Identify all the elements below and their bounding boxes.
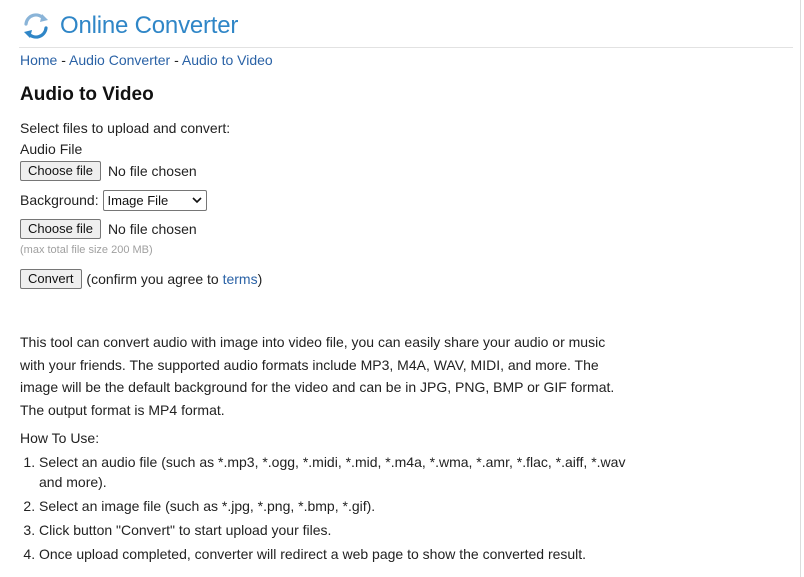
background-file-status: No file chosen: [107, 220, 197, 237]
audio-file-row: Choose file No file chosen: [20, 161, 780, 183]
max-file-size-note: (max total file size 200 MB): [20, 244, 153, 256]
how-to-steps: Select an audio file (such as *.mp3, *.o…: [20, 452, 639, 568]
site-name-link[interactable]: Online Converter: [60, 12, 238, 41]
upload-form: Select files to upload and convert: Audi…: [20, 120, 780, 291]
breadcrumb-home[interactable]: Home: [20, 52, 57, 68]
page-right-border: [800, 0, 801, 577]
page-title: Audio to Video: [20, 84, 154, 105]
background-select-value: Image File: [107, 192, 169, 208]
breadcrumb: Home - Audio Converter - Audio to Video: [20, 52, 273, 69]
breadcrumb-audio-to-video[interactable]: Audio to Video: [182, 52, 273, 68]
list-item: Click button "Convert" to start upload y…: [39, 520, 639, 540]
list-item: Select an audio file (such as *.mp3, *.o…: [39, 452, 639, 492]
confirm-prefix: (confirm you agree to: [86, 270, 223, 287]
confirm-text: (confirm you agree to terms): [86, 271, 262, 287]
background-choose-file-button[interactable]: Choose file: [20, 219, 102, 239]
breadcrumb-audio-converter[interactable]: Audio Converter: [69, 52, 170, 68]
background-select[interactable]: Image File: [102, 190, 207, 211]
chevron-down-icon: [191, 197, 202, 204]
how-to-title: How To Use:: [20, 430, 100, 446]
terms-link[interactable]: terms: [223, 271, 258, 287]
background-label: Background:: [20, 192, 99, 209]
tool-description: This tool can convert audio with image i…: [20, 334, 615, 418]
list-item: Select an image file (such as *.jpg, *.p…: [39, 496, 639, 516]
site-header: Online Converter: [20, 8, 238, 44]
breadcrumb-separator: -: [170, 52, 182, 68]
page: Online Converter Home - Audio Converter …: [0, 0, 804, 577]
confirm-suffix: ): [257, 270, 263, 287]
audio-file-status: No file chosen: [107, 162, 197, 179]
form-intro: Select files to upload and convert:: [20, 120, 231, 136]
list-item: Once upload completed, converter will re…: [39, 544, 639, 564]
convert-row: Convert (confirm you agree to terms): [20, 269, 780, 291]
audio-choose-file-button[interactable]: Choose file: [20, 161, 102, 181]
audio-file-label: Audio File: [20, 141, 83, 157]
breadcrumb-separator: -: [57, 52, 70, 68]
header-divider: [19, 47, 793, 48]
background-row: Background: Image File: [20, 190, 780, 212]
background-file-row: Choose file No file chosen: [20, 219, 780, 241]
refresh-arrows-icon[interactable]: [20, 10, 52, 42]
convert-button[interactable]: Convert: [20, 269, 82, 289]
